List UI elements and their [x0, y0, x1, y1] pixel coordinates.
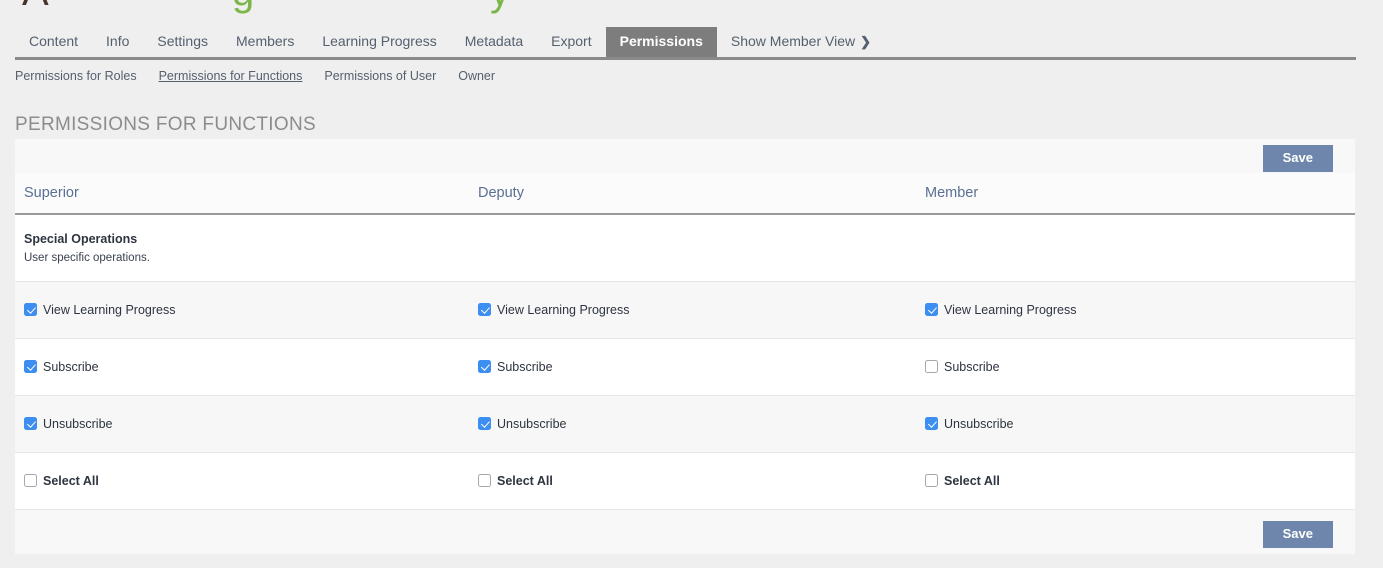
subnav-item-owner[interactable]: Owner — [458, 69, 495, 83]
checkbox-label: Unsubscribe — [497, 416, 567, 431]
checkbox-unchecked-icon[interactable] — [478, 474, 491, 488]
checkbox-unsubscribe-deputy[interactable]: Unsubscribe — [478, 416, 916, 431]
checkbox-unchecked-icon[interactable] — [925, 474, 938, 488]
checkbox-select-all-member[interactable]: Select All — [925, 473, 1355, 488]
checkbox-label: View Learning Progress — [43, 302, 176, 317]
checkbox-checked-icon[interactable] — [478, 360, 491, 374]
tab-label: Export — [551, 33, 592, 49]
tab-label: Settings — [157, 33, 208, 49]
section-title: Special Operations — [24, 232, 138, 246]
cell-superior: Subscribe — [15, 359, 469, 374]
checkbox-unchecked-icon[interactable] — [24, 474, 37, 488]
checkbox-checked-icon[interactable] — [478, 303, 491, 317]
checkbox-label: View Learning Progress — [944, 302, 1077, 317]
checkbox-checked-icon[interactable] — [24, 360, 37, 374]
page-title: PERMISSIONS FOR FUNCTIONS — [15, 114, 316, 135]
checkbox-checked-icon[interactable] — [478, 417, 491, 431]
checkbox-select-all-superior[interactable]: Select All — [24, 473, 469, 488]
checkbox-label: Select All — [944, 473, 1000, 488]
chevron-right-icon: ❯ — [860, 34, 872, 49]
tab-settings[interactable]: Settings — [143, 27, 222, 57]
tab-info[interactable]: Info — [92, 27, 143, 57]
logo-glyph-y: y — [490, 0, 510, 12]
section-subtitle: User specific operations. — [24, 251, 150, 264]
table-row: Subscribe Subscribe Subscribe — [15, 338, 1355, 396]
checkbox-view-learning-progress-member[interactable]: View Learning Progress — [925, 302, 1355, 317]
checkbox-label: Subscribe — [944, 359, 1000, 374]
tab-content[interactable]: Content — [15, 27, 92, 57]
tab-label: Permissions — [619, 33, 703, 49]
checkbox-checked-icon[interactable] — [925, 303, 938, 317]
checkbox-unsubscribe-superior[interactable]: Unsubscribe — [24, 416, 469, 431]
checkbox-select-all-deputy[interactable]: Select All — [478, 473, 916, 488]
tab-label: Content — [29, 33, 79, 49]
checkbox-subscribe-deputy[interactable]: Subscribe — [478, 359, 916, 374]
column-header-member: Member — [925, 185, 979, 201]
checkbox-label: Unsubscribe — [43, 416, 113, 431]
permissions-card: Save Superior Deputy Member Special Oper… — [15, 139, 1355, 554]
cell-deputy: Unsubscribe — [469, 416, 916, 431]
checkbox-subscribe-superior[interactable]: Subscribe — [24, 359, 469, 374]
table-header-row: Superior Deputy Member — [15, 173, 1355, 215]
cell-member: Select All — [916, 473, 1355, 488]
main-tabbar: Content Info Settings Members Learning Progr… — [15, 22, 1356, 60]
checkbox-unsubscribe-member[interactable]: Unsubscribe — [925, 416, 1355, 431]
column-header-deputy: Deputy — [478, 185, 524, 201]
permission-rows: View Learning Progress View Learning Prog… — [15, 281, 1355, 510]
column-header-superior: Superior — [24, 185, 79, 201]
subnav-item-permissions-of-user[interactable]: Permissions of User — [324, 69, 436, 83]
table-row: Unsubscribe Unsubscribe Unsubscribe — [15, 395, 1355, 453]
checkbox-label: Subscribe — [497, 359, 553, 374]
checkbox-label: Select All — [43, 473, 99, 488]
table-row: Select All Select All Select All — [15, 452, 1355, 510]
toolbar-top: Save — [15, 139, 1355, 173]
cell-deputy: View Learning Progress — [469, 302, 916, 317]
subnav-item-permissions-for-functions[interactable]: Permissions for Functions — [159, 69, 303, 83]
tab-label: Learning Progress — [322, 33, 437, 49]
logo-strip: A g y — [0, 0, 1383, 22]
checkbox-label: View Learning Progress — [497, 302, 630, 317]
tab-learning-progress[interactable]: Learning Progress — [308, 27, 450, 57]
table-row: View Learning Progress View Learning Prog… — [15, 281, 1355, 339]
logo-glyph-g: g — [232, 0, 254, 12]
checkbox-view-learning-progress-superior[interactable]: View Learning Progress — [24, 302, 469, 317]
checkbox-checked-icon[interactable] — [24, 417, 37, 431]
logo-glyph-a: A — [22, 0, 49, 12]
tab-label: Members — [236, 33, 295, 49]
tab-label: Metadata — [464, 33, 524, 49]
checkbox-label: Select All — [497, 473, 553, 488]
checkbox-checked-icon[interactable] — [925, 417, 938, 431]
tab-members[interactable]: Members — [222, 27, 308, 57]
cell-deputy: Select All — [469, 473, 916, 488]
section-special-operations: Special Operations User specific operati… — [15, 215, 1355, 282]
checkbox-unchecked-icon[interactable] — [925, 360, 938, 374]
cell-member: View Learning Progress — [916, 302, 1355, 317]
cell-superior: View Learning Progress — [15, 302, 469, 317]
save-button-top[interactable]: Save — [1262, 145, 1333, 172]
sub-navigation: Permissions for Roles Permissions for Fun… — [15, 64, 1356, 88]
checkbox-label: Unsubscribe — [944, 416, 1014, 431]
tab-label: Info — [106, 33, 130, 49]
cell-superior: Unsubscribe — [15, 416, 469, 431]
save-button-bottom[interactable]: Save — [1262, 520, 1333, 548]
tab-permissions[interactable]: Permissions — [605, 27, 717, 57]
cell-member: Unsubscribe — [916, 416, 1355, 431]
tab-metadata[interactable]: Metadata — [451, 27, 537, 57]
toolbar-bottom: Save — [15, 509, 1355, 554]
cell-deputy: Subscribe — [469, 359, 916, 374]
tab-show-member-view[interactable]: Show Member View ❯ — [717, 27, 885, 57]
cell-superior: Select All — [15, 473, 469, 488]
tab-export[interactable]: Export — [537, 27, 605, 57]
tab-label: Show Member View — [730, 33, 856, 49]
checkbox-subscribe-member[interactable]: Subscribe — [925, 359, 1355, 374]
checkbox-checked-icon[interactable] — [24, 303, 37, 317]
cell-member: Subscribe — [916, 359, 1355, 374]
checkbox-view-learning-progress-deputy[interactable]: View Learning Progress — [478, 302, 916, 317]
subnav-item-permissions-for-roles[interactable]: Permissions for Roles — [15, 69, 137, 83]
checkbox-label: Subscribe — [43, 359, 99, 374]
